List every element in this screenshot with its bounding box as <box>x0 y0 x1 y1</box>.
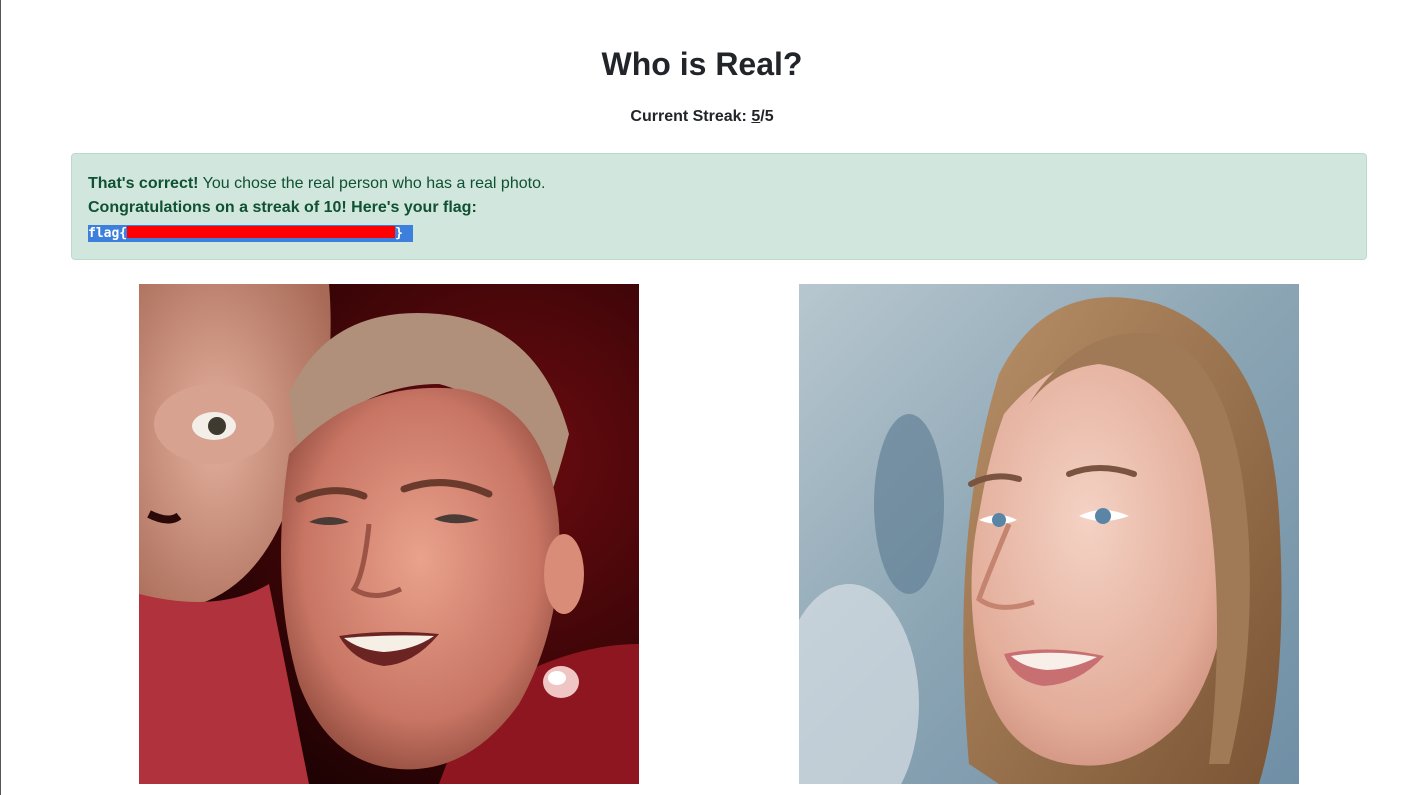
flag-prefix: flag{ <box>88 226 128 241</box>
flag-suffix: } <box>395 226 403 241</box>
page: Who is Real? Current Streak: 5/5 That's … <box>0 0 1402 795</box>
streak-total: 5 <box>764 108 774 125</box>
page-title: Who is Real? <box>601 46 803 82</box>
success-alert: That's correct! You chose the real perso… <box>71 153 1367 260</box>
redaction-bar <box>127 226 396 238</box>
left-portrait-choice[interactable] <box>139 284 639 784</box>
congrats-text: Congratulations on a streak of 10! Here'… <box>88 199 477 216</box>
result-message: That's correct! You chose the real perso… <box>88 172 1350 196</box>
streak-label: Current Streak: <box>630 108 752 125</box>
result-strong: That's correct! <box>88 175 199 192</box>
congrats-message: Congratulations on a streak of 10! Here'… <box>88 196 1350 220</box>
result-text: You chose the real person who has a real… <box>198 175 546 192</box>
streak-current: 5 <box>751 108 761 125</box>
right-portrait-choice[interactable] <box>799 284 1299 784</box>
flag-line: flag{} <box>88 221 1350 245</box>
streak-counter: Current Streak: 5/5 <box>1 106 1402 128</box>
left-portrait-image <box>139 284 639 784</box>
right-portrait-image <box>799 284 1299 784</box>
flag-value[interactable]: flag{} <box>88 225 413 242</box>
